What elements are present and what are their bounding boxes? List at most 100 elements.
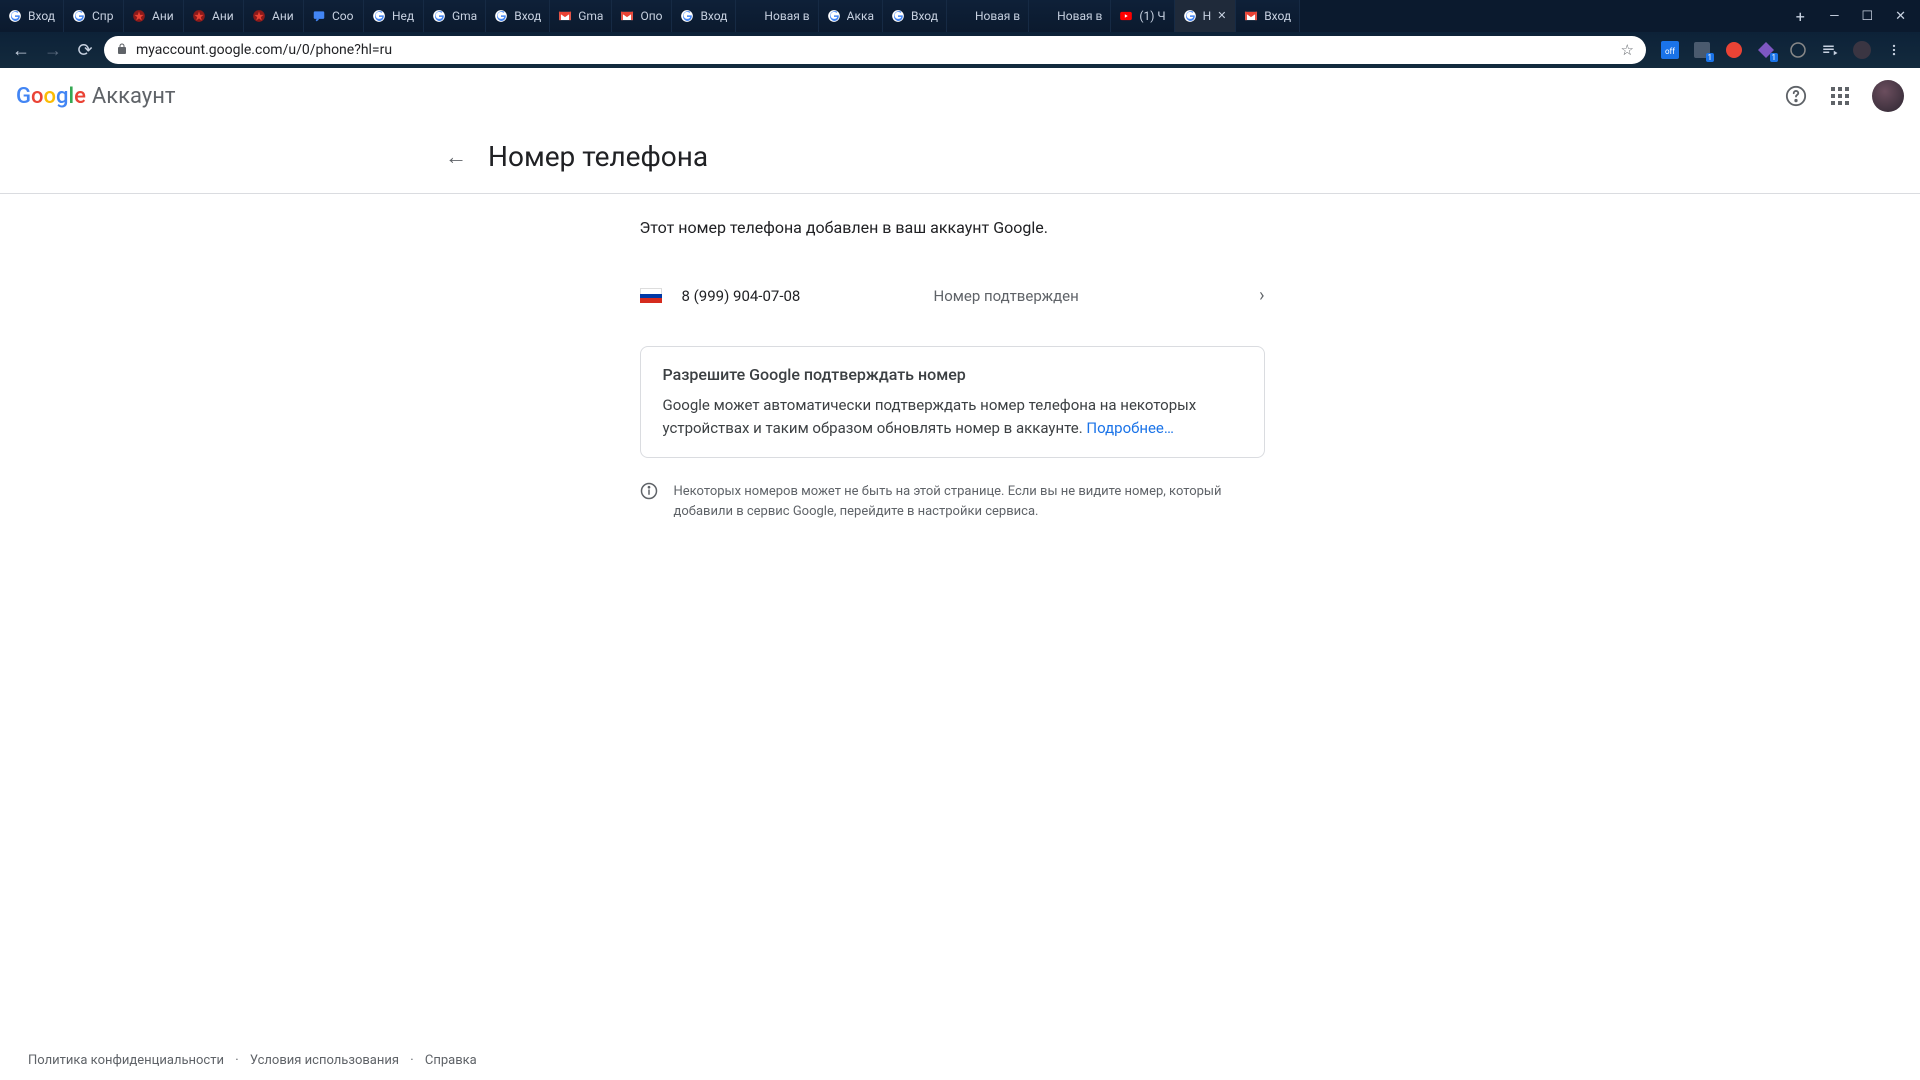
forward-button[interactable]: → (40, 37, 66, 63)
browser-tab[interactable]: Новая в (947, 0, 1029, 32)
favicon-icon (1119, 9, 1133, 23)
favicon-icon (680, 9, 694, 23)
favicon-icon (827, 9, 841, 23)
favicon-icon (8, 9, 22, 23)
profile-icon[interactable] (1852, 40, 1872, 60)
browser-titlebar: ВходСпрАниАниАниСооНедGmaВходGmaОпоВходН… (0, 0, 1920, 32)
tab-label: Ани (152, 9, 174, 23)
apps-grid-icon[interactable] (1828, 84, 1852, 108)
favicon-icon (72, 9, 86, 23)
browser-tab[interactable]: Новая в (736, 0, 818, 32)
tab-label: (1) Ч (1139, 9, 1165, 23)
avatar[interactable] (1872, 80, 1904, 112)
footer: Политика конфиденциальности · Условия ис… (28, 1053, 477, 1068)
tab-label: Gma (578, 9, 603, 23)
reload-button[interactable]: ⟳ (72, 37, 98, 63)
browser-tab[interactable]: (1) Ч (1111, 0, 1174, 32)
app-bar-tools (1784, 80, 1904, 112)
terms-link[interactable]: Условия использования (250, 1053, 399, 1068)
app-bar: Google Аккаунт (0, 68, 1920, 124)
favicon-icon (891, 9, 905, 23)
card-body: Google может автоматически подтверждать … (663, 394, 1242, 439)
browser-tab[interactable]: Нед (364, 0, 424, 32)
favicon-icon (192, 9, 206, 23)
extension-4[interactable]: 1 (1756, 40, 1776, 60)
extension-5[interactable] (1788, 40, 1808, 60)
phone-row[interactable]: 8 (999) 904-07-08 Номер подтвержден › (640, 281, 1265, 310)
learn-more-link[interactable]: Подробнее… (1086, 419, 1174, 437)
browser-tab[interactable]: Соо (304, 0, 364, 32)
back-arrow-icon[interactable]: ← (444, 144, 468, 170)
browser-tab[interactable]: Ани (124, 0, 184, 32)
phone-status: Номер подтвержден (934, 287, 1260, 305)
tab-label: Вход (700, 9, 727, 23)
favicon-icon (494, 9, 508, 23)
browser-tab[interactable]: Спр (64, 0, 124, 32)
extension-3[interactable] (1724, 40, 1744, 60)
maximize-button[interactable]: ☐ (1861, 9, 1873, 24)
browser-tab[interactable]: Н✕ (1175, 0, 1237, 32)
privacy-link[interactable]: Политика конфиденциальности (28, 1053, 224, 1068)
extension-2[interactable]: 1 (1692, 40, 1712, 60)
favicon-icon (432, 9, 446, 23)
back-button[interactable]: ← (8, 37, 34, 63)
extension-1[interactable]: off (1660, 40, 1680, 60)
bookmark-star-icon[interactable]: ☆ (1621, 41, 1634, 59)
tab-label: Нед (392, 9, 414, 23)
address-bar[interactable]: myaccount.google.com/u/0/phone?hl=ru ☆ (104, 36, 1646, 64)
tab-label: Опо (640, 9, 662, 23)
minimize-button[interactable]: — (1829, 9, 1839, 24)
browser-toolbar: ← → ⟳ myaccount.google.com/u/0/phone?hl=… (0, 32, 1920, 68)
browser-tab[interactable]: Gma (550, 0, 612, 32)
card-title: Разрешите Google подтверждать номер (663, 365, 1242, 384)
window-controls: — ☐ ✕ (1815, 0, 1920, 32)
favicon-icon (620, 9, 634, 23)
svg-text:off: off (1665, 47, 1675, 56)
tab-label: Новая в (764, 9, 809, 23)
main-content: Этот номер телефона добавлен в ваш аккау… (640, 194, 1265, 521)
favicon-icon (1037, 9, 1051, 23)
extension-playlist-icon[interactable] (1820, 40, 1840, 60)
chrome-menu-icon[interactable] (1884, 40, 1904, 60)
browser-tab[interactable]: Ани (244, 0, 304, 32)
browser-tabs: ВходСпрАниАниАниСооНедGmaВходGmaОпоВходН… (0, 0, 1785, 32)
browser-tab[interactable]: Вход (486, 0, 550, 32)
browser-tab[interactable]: Вход (1236, 0, 1300, 32)
browser-tab[interactable]: Ани (184, 0, 244, 32)
google-account-logo[interactable]: Google Аккаунт (16, 84, 175, 109)
tab-label: Соо (332, 9, 354, 23)
info-row: Некоторых номеров может не быть на этой … (640, 482, 1265, 521)
tab-label: Новая в (1057, 9, 1102, 23)
close-window-button[interactable]: ✕ (1895, 9, 1906, 24)
info-icon (640, 482, 658, 500)
verify-card: Разрешите Google подтверждать номер Goog… (640, 346, 1265, 458)
page-content: Google Аккаунт ← Номер телефона Этот ном… (0, 68, 1920, 1080)
page-title: Номер телефона (488, 140, 708, 173)
help-icon[interactable] (1784, 84, 1808, 108)
tab-label: Новая в (975, 9, 1020, 23)
tab-label: Вход (514, 9, 541, 23)
tab-label: Gma (452, 9, 477, 23)
tab-label: Спр (92, 9, 113, 23)
browser-tab[interactable]: Вход (0, 0, 64, 32)
favicon-icon (1183, 9, 1197, 23)
favicon-icon (955, 9, 969, 23)
google-logo: Google (16, 84, 86, 109)
tab-label: Вход (911, 9, 938, 23)
browser-tab[interactable]: Вход (672, 0, 736, 32)
phone-number: 8 (999) 904-07-08 (682, 287, 934, 305)
lock-icon (116, 43, 128, 58)
account-label: Аккаунт (92, 84, 176, 109)
browser-tab[interactable]: Новая в (1029, 0, 1111, 32)
flag-icon (640, 288, 662, 303)
new-tab-button[interactable]: + (1785, 0, 1815, 32)
heading-row: ← Номер телефона (444, 124, 1476, 193)
browser-tab[interactable]: Акка (819, 0, 883, 32)
browser-tab[interactable]: Опо (612, 0, 672, 32)
extensions-row: off 1 1 (1652, 40, 1912, 60)
tab-label: Вход (28, 9, 55, 23)
close-tab-icon[interactable]: ✕ (1217, 11, 1227, 21)
help-link[interactable]: Справка (425, 1053, 477, 1068)
browser-tab[interactable]: Вход (883, 0, 947, 32)
browser-tab[interactable]: Gma (424, 0, 486, 32)
